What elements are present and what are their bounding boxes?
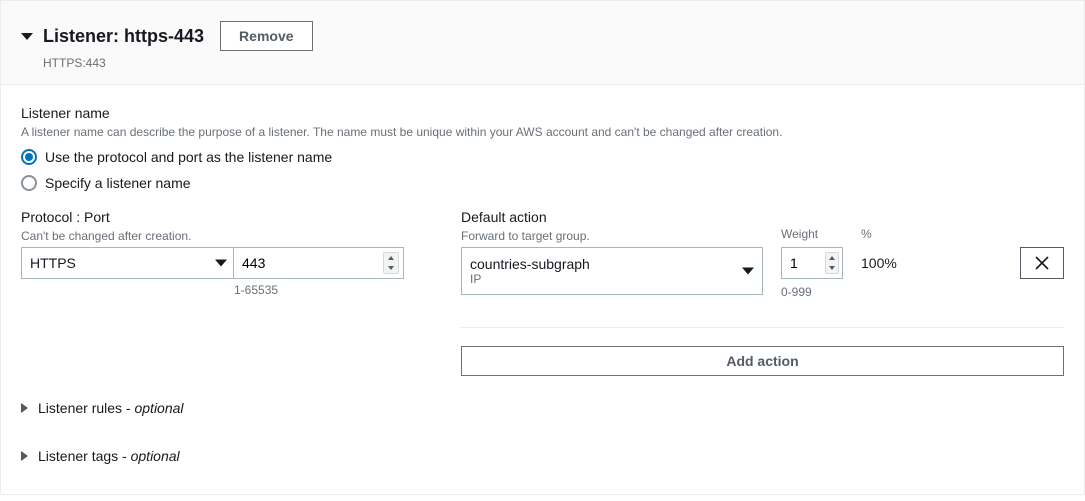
protocol-port-section: Protocol : Port Can't be changed after c… [21,209,431,376]
listener-rules-section[interactable]: Listener rules - optional [21,400,1064,416]
remove-action-button[interactable] [1020,247,1064,279]
listener-name-label: Listener name [21,105,1064,121]
add-action-button[interactable]: Add action [461,346,1064,376]
port-stepper[interactable] [383,252,399,274]
protocol-port-label: Protocol : Port [21,209,431,225]
listener-tags-section[interactable]: Listener tags - optional [21,448,1064,464]
caret-right-icon [21,451,28,461]
title-row: Listener: https-443 Remove [21,21,1064,51]
protocol-select[interactable]: HTTPS [21,247,234,279]
chevron-down-icon [742,268,754,275]
step-down-icon [388,266,394,270]
listener-name-section: Listener name A listener name can descri… [21,105,1064,191]
percent-label: % [861,227,897,241]
port-range-hint: 1-65535 [234,283,431,297]
listener-card: Listener: https-443 Remove HTTPS:443 Lis… [0,0,1085,495]
protocol-port-hint: Can't be changed after creation. [21,229,431,243]
target-group-col: countries-subgraph IP [461,247,763,295]
target-group-select[interactable]: countries-subgraph IP [461,247,763,295]
default-action-label: Default action [461,209,1064,225]
listener-name-desc: A listener name can describe the purpose… [21,125,1064,139]
protocol-value: HTTPS [30,255,76,271]
tags-label: Listener tags - [38,448,131,464]
caret-down-icon [21,33,33,40]
card-body: Listener name A listener name can descri… [1,85,1084,494]
percent-col: % 100% [861,247,897,279]
target-group-type: IP [470,272,732,286]
port-input[interactable] [234,248,403,278]
name-radio-group: Use the protocol and port as the listene… [21,149,1064,191]
weight-col: Weight 0-999 [781,247,843,299]
step-up-icon [388,256,394,260]
radio-specify-name[interactable]: Specify a listener name [21,175,1064,191]
radio-use-protocol-port[interactable]: Use the protocol and port as the listene… [21,149,1064,165]
step-up-icon [829,256,835,260]
remove-button[interactable]: Remove [220,21,312,51]
radio-label-1: Use the protocol and port as the listene… [45,149,332,165]
card-header: Listener: https-443 Remove HTTPS:443 [1,1,1084,85]
listener-title: Listener: https-443 [43,26,204,47]
radio-selected-icon [21,149,37,165]
listener-subtitle: HTTPS:443 [43,56,1064,70]
caret-right-icon [21,403,28,413]
collapse-toggle[interactable]: Listener: https-443 [21,26,204,47]
tags-optional: optional [131,448,180,464]
port-input-wrap [234,247,404,279]
target-group-name: countries-subgraph [470,256,732,272]
step-down-icon [829,266,835,270]
chevron-down-icon [215,260,227,267]
default-action-hint: Forward to target group. [461,229,1064,243]
radio-label-2: Specify a listener name [45,175,191,191]
radio-unselected-icon [21,175,37,191]
default-action-section: Default action Forward to target group. … [461,209,1064,376]
close-icon [1035,256,1049,270]
weight-stepper[interactable] [825,252,839,274]
rules-label: Listener rules - [38,400,134,416]
weight-range-hint: 0-999 [781,285,843,299]
percent-value: 100% [861,247,897,279]
weight-label: Weight [781,227,843,241]
rules-optional: optional [134,400,183,416]
divider [461,327,1064,328]
